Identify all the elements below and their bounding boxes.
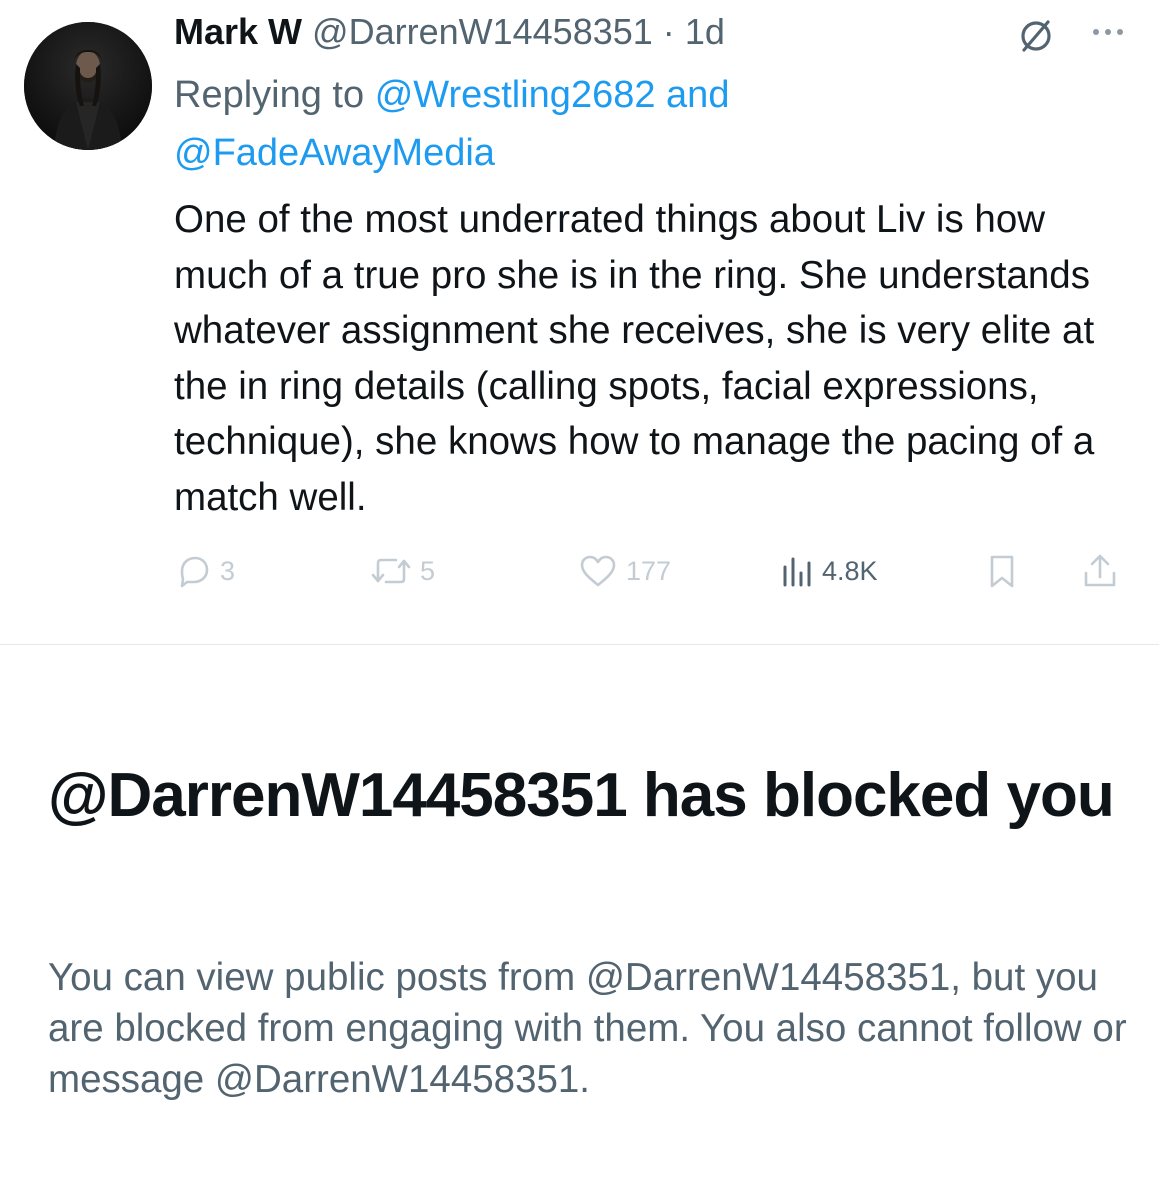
replying-to: Replying to @Wrestling2682 and @FadeAway… bbox=[174, 66, 874, 182]
avatar[interactable] bbox=[24, 22, 152, 150]
like-button[interactable]: 177 bbox=[576, 548, 671, 594]
tweet-text: One of the most underrated things about … bbox=[174, 198, 1095, 519]
views-icon bbox=[783, 557, 811, 587]
author-display-name[interactable]: Mark W bbox=[174, 11, 302, 52]
mention-conjunction[interactable]: and bbox=[666, 74, 729, 116]
bookmark-button[interactable] bbox=[982, 548, 1022, 594]
grok-slash-icon[interactable] bbox=[1014, 14, 1058, 58]
mention-link[interactable]: @Wrestling2682 bbox=[375, 74, 656, 116]
blocked-title: @DarrenW14458351 has blocked you bbox=[48, 761, 1115, 830]
tweet-header: Mark W @DarrenW14458351 · 1d bbox=[174, 8, 725, 56]
reply-icon bbox=[180, 556, 209, 588]
views-button[interactable]: 4.8K bbox=[776, 548, 878, 594]
tweet-timestamp[interactable]: 1d bbox=[685, 11, 725, 52]
like-count: 177 bbox=[626, 555, 672, 586]
tweet[interactable]: Mark W @DarrenW14458351 · 1d Replying to… bbox=[0, 0, 1159, 644]
share-icon bbox=[1084, 554, 1116, 587]
divider bbox=[0, 644, 1159, 645]
repost-icon bbox=[371, 558, 411, 584]
blocked-description: You can view public posts from @DarrenW1… bbox=[48, 956, 1127, 1101]
tweet-actions: 3 5 177 4.8K bbox=[0, 548, 1159, 594]
like-icon bbox=[580, 555, 616, 587]
meta-separator: · bbox=[662, 11, 675, 52]
mention-link[interactable]: @FadeAwayMedia bbox=[174, 132, 495, 174]
profile-photo-icon bbox=[24, 22, 152, 150]
views-count: 4.8K bbox=[822, 555, 878, 586]
share-button[interactable] bbox=[1078, 548, 1122, 594]
more-icon[interactable] bbox=[1088, 22, 1132, 42]
reply-button[interactable]: 3 bbox=[174, 548, 235, 594]
replying-to-label: Replying to bbox=[174, 74, 365, 116]
bookmark-icon bbox=[990, 555, 1014, 588]
repost-count: 5 bbox=[420, 555, 436, 586]
reply-count: 3 bbox=[220, 555, 236, 586]
author-handle[interactable]: @DarrenW14458351 bbox=[312, 11, 653, 52]
repost-button[interactable]: 5 bbox=[368, 548, 435, 594]
